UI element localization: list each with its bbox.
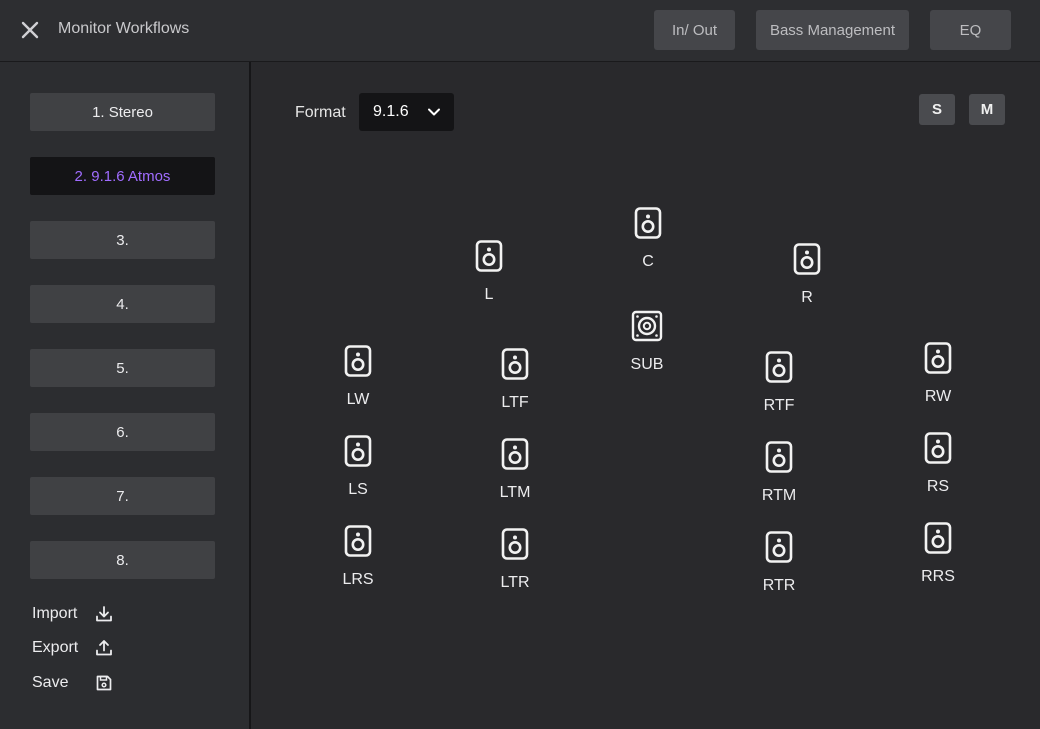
speaker-R[interactable]: R <box>777 243 837 323</box>
speaker-L[interactable]: L <box>459 240 519 320</box>
speaker-icon <box>501 438 529 470</box>
speaker-LRS[interactable]: LRS <box>328 525 388 605</box>
preset-7-button[interactable]: 7. <box>30 477 215 515</box>
speaker-LTM[interactable]: LTM <box>485 438 545 518</box>
save-button[interactable]: Save <box>32 671 114 695</box>
speaker-label: C <box>642 253 654 270</box>
format-value: 9.1.6 <box>373 103 409 120</box>
sidebar: 1. Stereo 2. 9.1.6 Atmos 3. 4. 5. 6. 7. … <box>0 62 251 729</box>
export-label: Export <box>32 639 79 656</box>
speaker-icon <box>765 441 793 473</box>
speaker-RS[interactable]: RS <box>908 432 968 512</box>
speaker-label: SUB <box>630 356 664 373</box>
speaker-label: RRS <box>921 568 955 585</box>
speaker-icon <box>924 432 952 464</box>
speaker-label: RW <box>924 388 952 405</box>
speaker-icon <box>344 435 372 467</box>
speaker-RRS[interactable]: RRS <box>908 522 968 602</box>
speaker-RTR[interactable]: RTR <box>749 531 809 611</box>
format-select[interactable]: 9.1.6 <box>359 93 454 131</box>
speaker-RTM[interactable]: RTM <box>749 441 809 521</box>
eq-button[interactable]: EQ <box>930 10 1011 50</box>
speaker-LS[interactable]: LS <box>328 435 388 515</box>
speaker-label: LW <box>346 391 370 408</box>
speaker-icon <box>793 243 821 275</box>
preset-2-button[interactable]: 2. 9.1.6 Atmos <box>30 157 215 195</box>
speaker-icon <box>924 342 952 374</box>
window-title: Monitor Workflows <box>58 20 190 37</box>
preset-1-button[interactable]: 1. Stereo <box>30 93 215 131</box>
speaker-label: LTM <box>499 484 531 501</box>
speaker-label: LRS <box>342 571 374 588</box>
speaker-icon <box>765 531 793 563</box>
subwoofer-icon <box>631 310 663 342</box>
speaker-RW[interactable]: RW <box>908 342 968 422</box>
speaker-icon <box>344 525 372 557</box>
speaker-icon <box>634 207 662 239</box>
speaker-label: RTR <box>762 577 796 594</box>
speaker-label: LTR <box>500 574 530 591</box>
in-out-button[interactable]: In/ Out <box>654 10 735 50</box>
speaker-icon <box>501 348 529 380</box>
speaker-icon <box>501 528 529 560</box>
speaker-C[interactable]: C <box>618 207 678 287</box>
import-label: Import <box>32 605 78 622</box>
preset-4-button[interactable]: 4. <box>30 285 215 323</box>
speaker-label: RTF <box>763 397 795 414</box>
download-icon <box>96 606 112 622</box>
speaker-icon <box>765 351 793 383</box>
speaker-SUB[interactable]: SUB <box>617 310 677 390</box>
speaker-LTR[interactable]: LTR <box>485 528 545 608</box>
speaker-icon <box>475 240 503 272</box>
format-label: Format <box>295 104 346 121</box>
speaker-RTF[interactable]: RTF <box>749 351 809 431</box>
speaker-LTF[interactable]: LTF <box>485 348 545 428</box>
preset-5-button[interactable]: 5. <box>30 349 215 387</box>
upload-icon <box>96 640 112 656</box>
speaker-LW[interactable]: LW <box>328 345 388 425</box>
speaker-label: LTF <box>501 394 529 411</box>
speaker-label: RS <box>926 478 950 495</box>
floppy-disk-icon <box>96 675 112 691</box>
speaker-label: L <box>484 286 494 303</box>
speaker-icon <box>924 522 952 554</box>
preset-6-button[interactable]: 6. <box>30 413 215 451</box>
mute-button[interactable]: M <box>969 94 1005 125</box>
speaker-label: R <box>801 289 813 306</box>
save-label: Save <box>32 674 69 691</box>
preset-8-button[interactable]: 8. <box>30 541 215 579</box>
chevron-down-icon <box>428 108 440 116</box>
header-bar: Monitor Workflows In/ Out Bass Managemen… <box>0 0 1040 63</box>
close-icon[interactable] <box>18 18 42 42</box>
import-button[interactable]: Import <box>32 602 114 626</box>
speaker-icon <box>344 345 372 377</box>
speaker-layout-panel: Format 9.1.6 S M L C R SUB LW LTF RTF RW <box>251 62 1040 729</box>
preset-3-button[interactable]: 3. <box>30 221 215 259</box>
export-button[interactable]: Export <box>32 636 114 660</box>
speaker-label: RTM <box>761 487 797 504</box>
solo-button[interactable]: S <box>919 94 955 125</box>
bass-management-button[interactable]: Bass Management <box>756 10 909 50</box>
speaker-label: LS <box>348 481 368 498</box>
